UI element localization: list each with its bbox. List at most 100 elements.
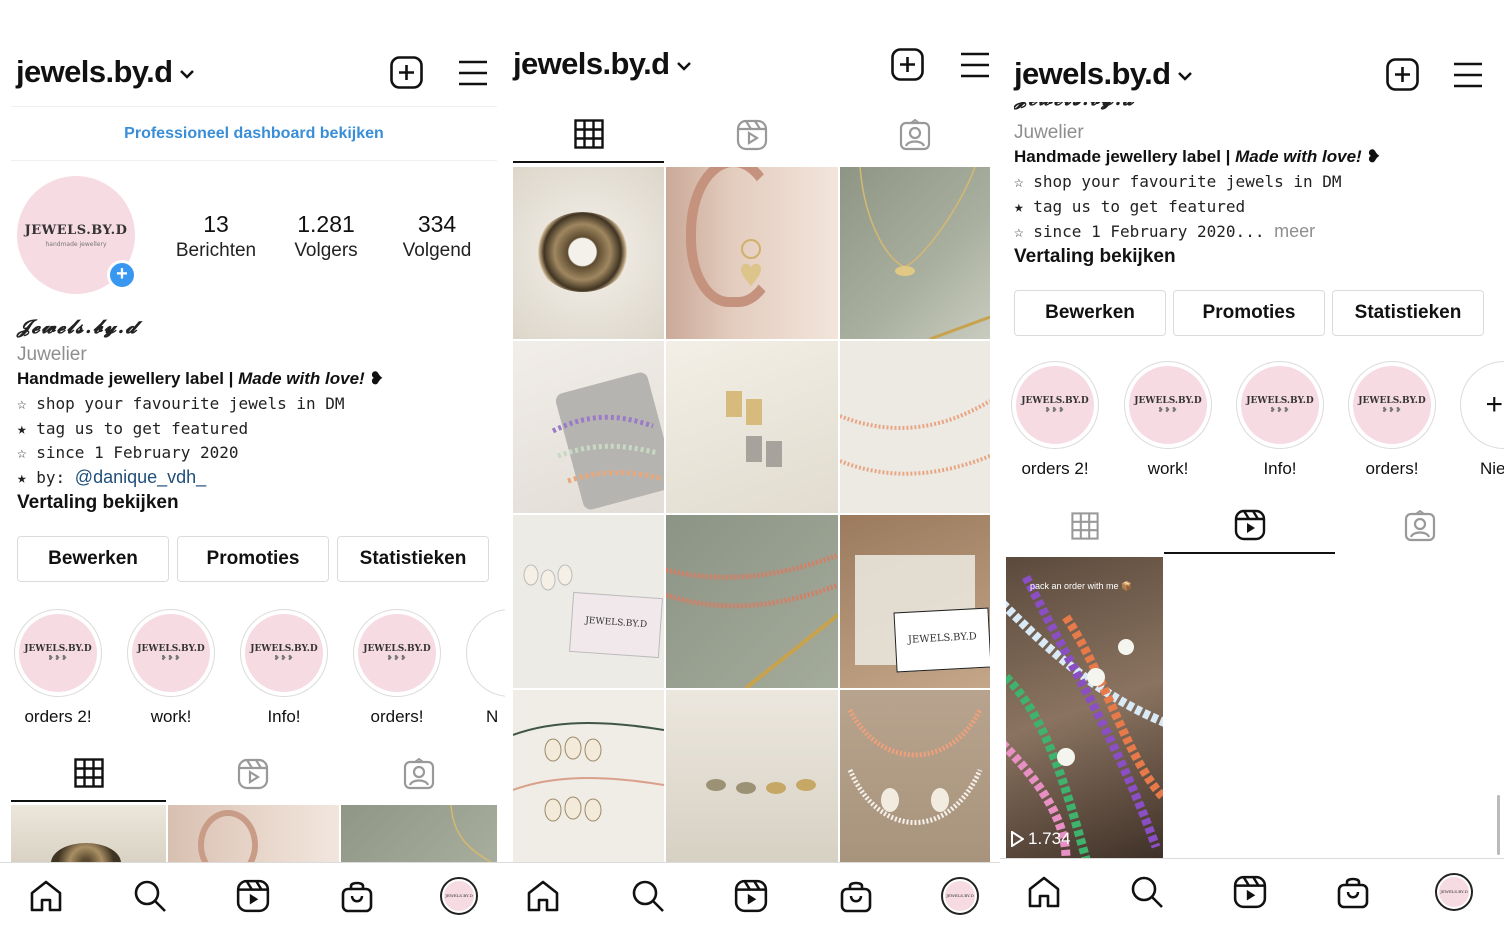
tab-reels[interactable] [166, 746, 340, 802]
post-thumbnail-scrunchie[interactable] [513, 167, 664, 339]
tab-grid[interactable] [1006, 498, 1164, 554]
highlight-info[interactable]: JEWELS.BY.D ❥❥❥ Info! [1236, 361, 1324, 479]
bio-line-3: ★ tag us to get featured [17, 419, 249, 438]
following-count-value: 334 [417, 211, 457, 237]
insights-button[interactable]: Statistieken [1332, 290, 1484, 336]
new-post-icon[interactable] [390, 56, 423, 89]
post-thumbnail-bead-bracelets[interactable] [513, 341, 664, 513]
menu-icon[interactable] [458, 60, 488, 86]
post-thumbnail-scrunchie[interactable] [11, 805, 166, 862]
post-thumbnail-shell-bracelet[interactable]: JEWELS.BY.D [513, 515, 664, 688]
bio-line-5: ★ by: @danique_vdh_ [17, 467, 206, 488]
highlight-work[interactable]: JEWELS.BY.D ❥❥❥ work! [127, 609, 215, 727]
tab-grid[interactable] [11, 746, 166, 802]
highlight-new[interactable]: + Nie [1460, 361, 1504, 479]
highlight-cover-dots: ❥❥❥ [1269, 407, 1291, 414]
reels-nav-icon[interactable] [1233, 875, 1267, 909]
followers-count[interactable]: 1.281 Volgers [271, 210, 381, 264]
username-switcher[interactable]: jewels.by.d [1014, 56, 1193, 92]
posts-count[interactable]: 13 Berichten [161, 210, 271, 264]
highlight-orders-2[interactable]: JEWELS.BY.D ❥❥❥ orders 2! [1011, 361, 1099, 479]
reel-view-count: 1.734 [1010, 829, 1071, 849]
highlight-orders[interactable]: JEWELS.BY.D ❥❥❥ orders! [353, 609, 441, 727]
highlight-ring: JEWELS.BY.D ❥❥❥ [1124, 361, 1212, 449]
reel-thumbnail[interactable]: pack an order with me 📦 1.734 [1006, 557, 1163, 859]
reels-nav-icon[interactable] [236, 879, 270, 913]
followers-count-value: 1.281 [297, 211, 355, 237]
edit-profile-button[interactable]: Bewerken [17, 536, 169, 582]
reels-icon [237, 758, 269, 790]
tab-tagged[interactable] [840, 107, 990, 163]
highlight-cover-logo: JEWELS.BY.D [1134, 396, 1202, 406]
tab-reels[interactable] [1164, 498, 1335, 554]
post-thumbnail-earring[interactable] [168, 805, 339, 862]
search-icon[interactable] [1130, 875, 1164, 909]
highlight-cover: JEWELS.BY.D ❥❥❥ [1353, 366, 1431, 444]
highlight-cover-dots: ❥❥❥ [386, 655, 408, 662]
highlight-cover-logo: JEWELS.BY.D [250, 644, 318, 654]
highlight-orders-2[interactable]: JEWELS.BY.D ❥❥❥ orders 2! [14, 609, 102, 727]
shop-icon[interactable] [839, 879, 873, 913]
tagged-icon [403, 758, 435, 790]
post-thumbnail-necklace[interactable] [840, 167, 990, 339]
home-icon[interactable] [526, 879, 560, 913]
more-link[interactable]: meer [1274, 221, 1315, 241]
see-translation-link[interactable]: Vertaling bekijken [17, 492, 179, 514]
shop-icon[interactable] [1336, 875, 1370, 909]
brand-card-logo: JEWELS.BY.D [907, 631, 978, 646]
home-icon[interactable] [1027, 875, 1061, 909]
post-thumbnail-lip-hoops[interactable] [666, 690, 838, 862]
post-thumbnail-shell-necklace[interactable] [840, 690, 990, 862]
username-switcher[interactable]: jewels.by.d [16, 54, 195, 90]
creator-handle-link[interactable]: @danique_vdh_ [75, 467, 206, 487]
username-switcher[interactable]: jewels.by.d [513, 46, 692, 82]
highlight-label: orders 2! [24, 707, 92, 726]
highlight-label: orders! [370, 707, 424, 726]
post-thumbnail-lip-earrings-card[interactable]: JEWELS.BY.D [840, 515, 990, 688]
highlight-cover-logo: JEWELS.BY.D [137, 644, 205, 654]
post-thumbnail-necklace[interactable] [341, 805, 497, 862]
profile-avatar[interactable]: JEWELS.BY.D [941, 877, 979, 915]
add-story-icon[interactable]: + [107, 260, 137, 290]
edit-profile-button[interactable]: Bewerken [1014, 290, 1166, 336]
play-icon [1010, 831, 1024, 847]
bio-line-4-text: ☆ since 1 February 2020... [1014, 222, 1265, 241]
following-count[interactable]: 334 Volgend [382, 210, 492, 264]
promotions-button[interactable]: Promoties [177, 536, 329, 582]
post-thumbnail-earring[interactable] [666, 167, 838, 339]
highlight-cover-dots: ❥❥❥ [47, 655, 69, 662]
tab-grid[interactable] [513, 107, 664, 163]
tab-reels[interactable] [664, 107, 840, 163]
highlight-work[interactable]: JEWELS.BY.D ❥❥❥ work! [1124, 361, 1212, 479]
reels-nav-icon[interactable] [734, 879, 768, 913]
highlight-orders[interactable]: JEWELS.BY.D ❥❥❥ orders! [1348, 361, 1436, 479]
insights-button[interactable]: Statistieken [337, 536, 489, 582]
profile-avatar[interactable]: JEWELS.BY.D [440, 877, 478, 915]
tab-tagged[interactable] [340, 746, 497, 802]
tab-tagged[interactable] [1335, 498, 1504, 554]
highlight-info[interactable]: JEWELS.BY.D ❥❥❥ Info! [240, 609, 328, 727]
menu-icon[interactable] [960, 52, 990, 78]
search-icon[interactable] [631, 879, 665, 913]
post-thumbnail-coral-necklaces[interactable] [666, 515, 838, 688]
menu-icon[interactable] [1453, 62, 1483, 88]
post-thumbnail-cord-bracelets[interactable] [513, 690, 664, 862]
post-thumbnail-tag-earrings[interactable] [666, 341, 838, 513]
post-thumbnail-bead-necklaces[interactable] [840, 341, 990, 513]
search-icon[interactable] [133, 879, 167, 913]
new-post-icon[interactable] [891, 48, 924, 81]
highlight-ring: JEWELS.BY.D ❥❥❥ [14, 609, 102, 697]
posts-count-label: Berichten [175, 240, 257, 261]
professional-dashboard-link[interactable]: Professioneel dashboard bekijken [11, 106, 497, 161]
profile-avatar[interactable]: JEWELS.BY.D [1435, 873, 1473, 911]
home-icon[interactable] [29, 879, 63, 913]
bio-line-1: Handmade jewellery label | Made with lov… [1014, 147, 1381, 167]
promotions-button[interactable]: Promoties [1173, 290, 1325, 336]
new-post-icon[interactable] [1386, 58, 1419, 91]
shop-icon[interactable] [340, 879, 374, 913]
scrollbar[interactable] [1497, 795, 1500, 855]
see-translation-link[interactable]: Vertaling bekijken [1014, 246, 1176, 268]
profile-display-name: 𝓙𝓮𝔀𝓮𝓵𝓼.𝓫𝔂.𝓭 [17, 316, 139, 338]
highlight-new[interactable]: N [466, 609, 505, 727]
grid-icon [73, 758, 104, 788]
